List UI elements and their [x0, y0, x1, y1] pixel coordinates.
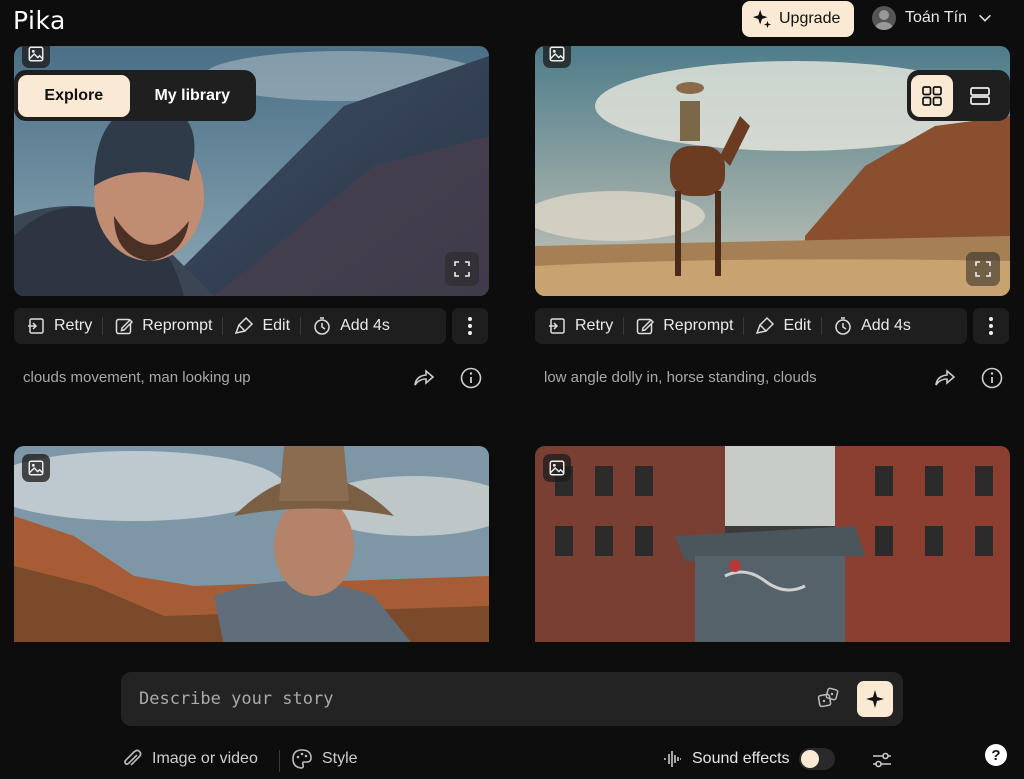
- card-toolbar: Retry Reprompt Edit Add 4s: [14, 308, 488, 344]
- image-icon: [28, 460, 44, 476]
- tab-my-library[interactable]: My library: [133, 75, 252, 117]
- list-view-button[interactable]: [959, 75, 1001, 117]
- edit-button[interactable]: Edit: [222, 308, 300, 344]
- action-group: Retry Reprompt Edit Add 4s: [535, 308, 967, 344]
- user-name: Toán Tín: [905, 9, 967, 26]
- retry-label: Retry: [54, 317, 93, 334]
- image-or-video-button[interactable]: Image or video: [121, 748, 258, 770]
- more-vertical-icon: [989, 317, 993, 335]
- add-4s-button[interactable]: Add 4s: [821, 308, 921, 344]
- share-icon[interactable]: [933, 366, 957, 390]
- card-caption: clouds movement, man looking up: [23, 369, 251, 386]
- reprompt-button[interactable]: Reprompt: [623, 308, 743, 344]
- info-icon[interactable]: [460, 367, 482, 389]
- retry-button[interactable]: Retry: [535, 308, 623, 344]
- timer-icon: [314, 317, 330, 335]
- list-icon: [970, 86, 990, 105]
- sound-wave-icon: [664, 751, 681, 767]
- expand-icon: [975, 261, 991, 277]
- grid-view-button[interactable]: [911, 74, 953, 117]
- image-or-video-label: Image or video: [152, 750, 258, 767]
- retry-icon: [28, 318, 44, 334]
- image-badge: [22, 454, 50, 482]
- story-prompt-input[interactable]: [139, 686, 739, 712]
- prompt-box: [121, 672, 903, 726]
- image-icon: [549, 460, 565, 476]
- brush-icon: [235, 316, 254, 335]
- sound-effects-control: Sound effects: [661, 748, 835, 770]
- user-menu[interactable]: Toán Tín: [872, 6, 994, 30]
- retry-button[interactable]: Retry: [14, 308, 102, 344]
- style-button[interactable]: Style: [291, 748, 358, 770]
- divider: [279, 750, 280, 772]
- share-icon[interactable]: [412, 366, 436, 390]
- dice-icon[interactable]: [816, 686, 840, 710]
- pika-logo[interactable]: Pika: [13, 6, 66, 35]
- image-icon: [549, 46, 565, 62]
- chevron-down-icon: [978, 14, 991, 22]
- sound-effects-label: Sound effects: [692, 750, 790, 767]
- sparkle-icon: [866, 690, 884, 708]
- image-badge: [543, 454, 571, 482]
- image-badge: [22, 46, 50, 68]
- expand-button[interactable]: [445, 252, 479, 286]
- info-icon[interactable]: [981, 367, 1003, 389]
- view-toggle: [907, 70, 1010, 121]
- expand-button[interactable]: [966, 252, 1000, 286]
- caption-actions: [933, 366, 1003, 390]
- palette-icon: [292, 749, 312, 769]
- brush-icon: [756, 316, 775, 335]
- caption-actions: [412, 366, 482, 390]
- retry-icon: [549, 318, 565, 334]
- edit-label: Edit: [783, 317, 812, 334]
- more-options-button[interactable]: [452, 308, 488, 344]
- add-4s-label: Add 4s: [340, 317, 390, 334]
- paperclip-icon: [124, 749, 142, 766]
- timer-icon: [835, 317, 851, 335]
- more-options-button[interactable]: [973, 308, 1009, 344]
- generate-button[interactable]: [857, 681, 893, 717]
- edit-pencil-icon: [115, 318, 134, 335]
- reprompt-label: Reprompt: [663, 317, 734, 334]
- edit-button[interactable]: Edit: [743, 308, 821, 344]
- upgrade-label: Upgrade: [779, 10, 841, 27]
- expand-icon: [454, 261, 470, 277]
- tab-explore[interactable]: Explore: [18, 74, 130, 117]
- upgrade-button[interactable]: Upgrade: [742, 1, 854, 37]
- style-label: Style: [322, 750, 358, 767]
- reprompt-button[interactable]: Reprompt: [102, 308, 222, 344]
- add-4s-button[interactable]: Add 4s: [300, 308, 400, 344]
- avatar: [872, 6, 896, 30]
- image-badge: [543, 46, 571, 68]
- help-button[interactable]: ?: [985, 744, 1007, 766]
- sparkle-icon: [752, 9, 772, 29]
- image-icon: [28, 46, 44, 62]
- retry-label: Retry: [575, 317, 614, 334]
- more-vertical-icon: [468, 317, 472, 335]
- card-caption: low angle dolly in, horse standing, clou…: [544, 369, 817, 386]
- edit-label: Edit: [262, 317, 291, 334]
- add-4s-label: Add 4s: [861, 317, 911, 334]
- settings-sliders-icon[interactable]: [871, 749, 893, 771]
- edit-pencil-icon: [636, 318, 655, 335]
- library-tabs: Explore My library: [14, 70, 256, 121]
- action-group: Retry Reprompt Edit Add 4s: [14, 308, 446, 344]
- card-toolbar: Retry Reprompt Edit Add 4s: [535, 308, 1009, 344]
- top-bar: Pika Upgrade Toán Tín: [0, 0, 1024, 46]
- sound-effects-toggle[interactable]: [798, 748, 835, 770]
- grid-icon: [922, 85, 942, 106]
- reprompt-label: Reprompt: [142, 317, 213, 334]
